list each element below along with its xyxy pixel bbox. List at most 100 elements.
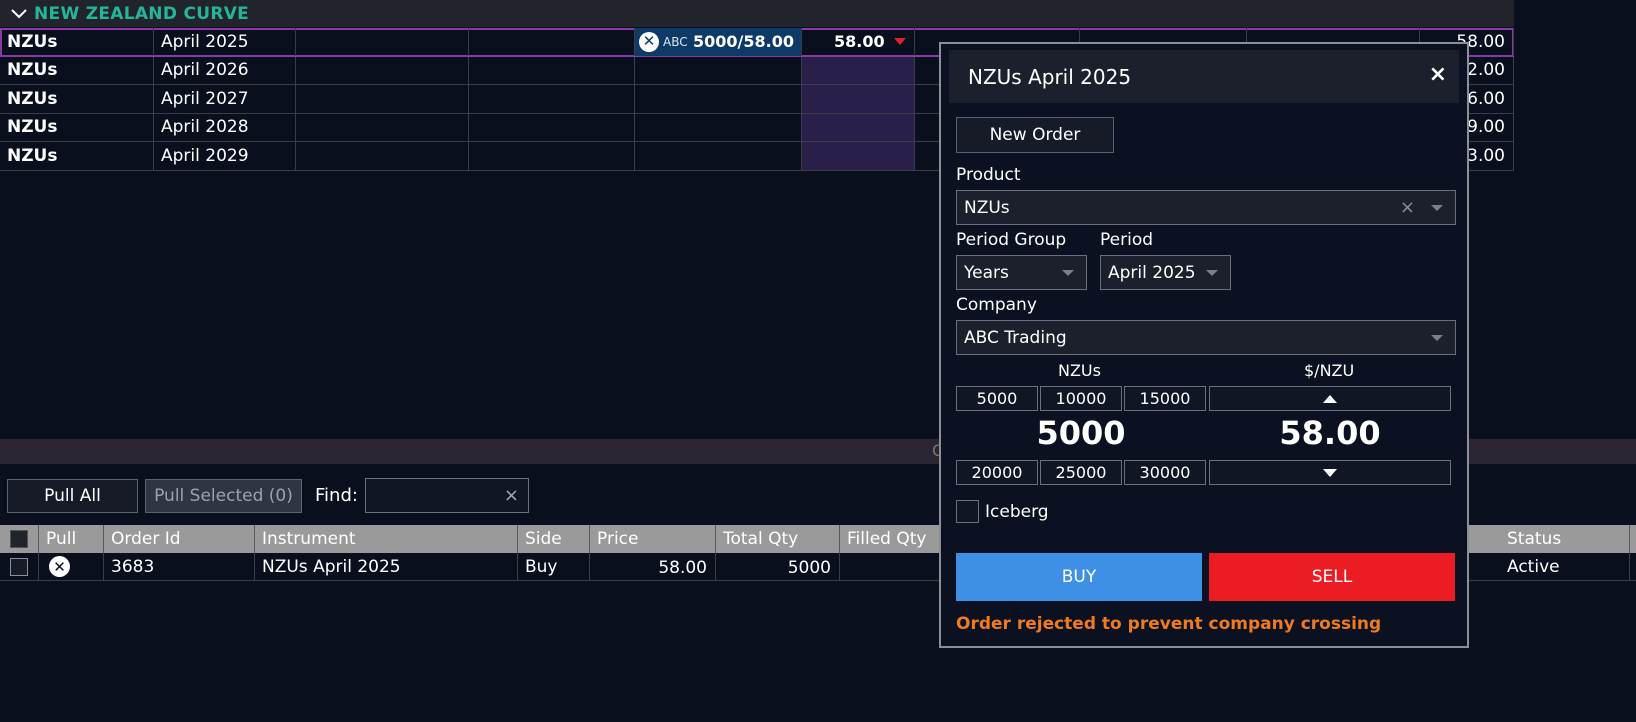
dropdown-caret-icon[interactable] — [1062, 270, 1074, 276]
bid-qty-price: 5000/58.00 — [693, 32, 794, 52]
curve-product: NZUs — [0, 56, 154, 84]
curve-cell[interactable] — [469, 142, 635, 170]
side: Buy — [518, 553, 590, 580]
close-icon[interactable]: × — [1429, 62, 1447, 87]
period-label: Period — [1100, 230, 1154, 250]
bid-company: ABC — [663, 34, 688, 49]
status: Active — [1500, 553, 1630, 580]
curve-cell[interactable] — [296, 28, 469, 56]
curve-cell[interactable] — [635, 56, 802, 84]
total-qty: 5000 — [716, 553, 840, 580]
curve-cell[interactable] — [635, 142, 802, 170]
column-header-instrument[interactable]: Instrument — [255, 525, 518, 553]
column-header-pull[interactable]: Pull — [39, 525, 104, 553]
curve-period: April 2027 — [154, 85, 296, 113]
column-header-side[interactable]: Side — [518, 525, 590, 553]
curve-cell[interactable] — [296, 56, 469, 84]
company-label: Company — [956, 295, 1037, 315]
qty-preset-button[interactable]: 30000 — [1124, 460, 1206, 485]
curve-cell[interactable] — [635, 85, 802, 113]
price-up-arrow-icon — [1323, 394, 1337, 403]
buy-button[interactable]: BUY — [956, 553, 1202, 601]
dropdown-caret-icon[interactable] — [1431, 205, 1443, 211]
dialog-title-bar[interactable]: NZUs April 2025 × — [949, 50, 1459, 103]
order-dialog: NZUs April 2025 × New Order Product NZUs… — [939, 42, 1469, 648]
qty-preset-button[interactable]: 20000 — [956, 460, 1038, 485]
chevron-down-icon[interactable] — [10, 7, 28, 21]
curve-section-header[interactable]: NEW ZEALAND CURVE — [0, 0, 1514, 27]
column-header-price[interactable]: Price — [590, 525, 716, 553]
curve-cell[interactable] — [469, 85, 635, 113]
curve-cell[interactable] — [296, 113, 469, 141]
product-select[interactable]: NZUs × — [956, 190, 1456, 225]
row-checkbox[interactable] — [10, 557, 28, 576]
column-header-total-qty[interactable]: Total Qty — [716, 525, 840, 553]
cancel-circle-icon[interactable]: ✕ — [639, 31, 659, 52]
mid-cell[interactable] — [802, 56, 915, 84]
curve-period: April 2026 — [154, 56, 296, 84]
select-all-cell[interactable] — [0, 525, 39, 553]
row-select-cell[interactable] — [0, 553, 39, 580]
sell-button[interactable]: SELL — [1209, 553, 1455, 601]
period-select[interactable]: April 2025 — [1100, 255, 1231, 290]
iceberg-checkbox[interactable] — [956, 500, 979, 523]
product-value: NZUs — [964, 197, 1010, 218]
pull-selected-button[interactable]: Pull Selected (0) — [145, 478, 302, 513]
mid-cell[interactable] — [802, 85, 915, 113]
qty-preset-button[interactable]: 15000 — [1124, 386, 1206, 411]
curve-title: NEW ZEALAND CURVE — [34, 3, 250, 24]
select-all-checkbox[interactable] — [10, 530, 28, 548]
pull-cell[interactable]: ✕ — [39, 553, 104, 580]
mid-cell[interactable] — [802, 142, 915, 170]
period-group-value: Years — [964, 262, 1009, 283]
company-select[interactable]: ABC Trading — [956, 320, 1456, 355]
curve-cell[interactable] — [635, 113, 802, 141]
price-header: $/NZU — [1304, 361, 1355, 380]
error-message: Order rejected to prevent company crossi… — [956, 614, 1382, 634]
price: 58.00 — [590, 553, 716, 580]
price-down-button[interactable] — [1209, 460, 1451, 485]
clear-icon[interactable]: × — [1400, 197, 1415, 218]
pull-all-button[interactable]: Pull All — [7, 478, 138, 513]
column-header-status[interactable]: Status — [1500, 525, 1630, 553]
qty-preset-button[interactable]: 25000 — [1040, 460, 1122, 485]
mid-price: 58.00 — [834, 32, 885, 52]
curve-cell[interactable] — [296, 85, 469, 113]
curve-cell[interactable] — [296, 142, 469, 170]
price-up-button[interactable] — [1209, 386, 1451, 411]
mid-cell[interactable]: 58.00 — [802, 28, 915, 56]
bid-cell[interactable]: ✕ ABC 5000/58.00 — [635, 28, 802, 56]
cancel-circle-icon[interactable]: ✕ — [49, 556, 70, 577]
curve-cell[interactable] — [469, 113, 635, 141]
curve-cell[interactable] — [469, 56, 635, 84]
period-group-select[interactable]: Years — [956, 255, 1087, 290]
curve-period: April 2028 — [154, 113, 296, 141]
curve-product: NZUs — [0, 113, 154, 141]
curve-product: NZUs — [0, 85, 154, 113]
instrument: NZUs April 2025 — [255, 553, 518, 580]
new-order-button[interactable]: New Order — [956, 117, 1114, 153]
product-label: Product — [956, 165, 1021, 185]
qty-preset-button[interactable]: 5000 — [956, 386, 1038, 411]
qty-preset-button[interactable]: 10000 — [1040, 386, 1122, 411]
down-triangle-icon — [893, 38, 906, 46]
dropdown-caret-icon[interactable] — [1431, 335, 1443, 341]
orders-toolbar: Pull All Pull Selected (0) Find: × — [7, 478, 529, 513]
iceberg-label: Iceberg — [985, 502, 1049, 522]
curve-period: April 2029 — [154, 142, 296, 170]
mid-cell[interactable] — [802, 113, 915, 141]
dialog-title: NZUs April 2025 — [968, 64, 1132, 89]
dropdown-caret-icon[interactable] — [1206, 270, 1218, 276]
qty-value[interactable]: 5000 — [956, 414, 1206, 452]
order-id: 3683 — [104, 553, 255, 580]
period-group-label: Period Group — [956, 230, 1067, 250]
curve-product: NZUs — [0, 28, 154, 56]
qty-header: NZUs — [1058, 361, 1101, 380]
find-input[interactable]: × — [364, 478, 529, 513]
price-value[interactable]: 58.00 — [1209, 414, 1451, 452]
curve-cell[interactable] — [469, 28, 635, 56]
curve-period: April 2025 — [154, 28, 296, 56]
clear-icon[interactable]: × — [504, 485, 519, 506]
column-header-order-id[interactable]: Order Id — [104, 525, 255, 553]
find-label: Find: — [315, 485, 358, 506]
